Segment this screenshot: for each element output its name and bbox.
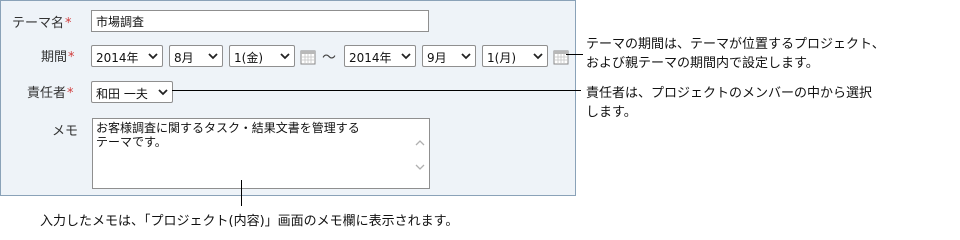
theme-name-label-text: テーマ名 xyxy=(12,16,65,31)
memo-label: メモ xyxy=(52,120,78,139)
chevron-down-icon xyxy=(280,53,290,60)
chevron-down-icon xyxy=(148,53,158,60)
end-month-value: 9月 xyxy=(427,51,447,65)
owner-select[interactable]: 和田 一夫 xyxy=(91,81,173,103)
memo-textarea[interactable]: お客様調査に関するタスク・結果文書を管理する テーマです。 xyxy=(92,118,430,189)
required-mark: * xyxy=(68,50,75,65)
owner-value: 和田 一夫 xyxy=(96,87,148,101)
scroll-down-icon[interactable] xyxy=(414,162,426,172)
chevron-down-icon xyxy=(533,53,543,60)
start-day-value: 1(金) xyxy=(234,51,263,65)
chevron-down-icon xyxy=(158,89,168,96)
chevron-down-icon xyxy=(401,53,411,60)
theme-form-panel: テーマ名* 期間* 2014年 8月 1(金) 〜 2014年 9月 1(月) xyxy=(0,0,576,196)
memo-text: お客様調査に関するタスク・結果文書を管理する テーマです。 xyxy=(96,121,408,149)
period-callout: テーマの期間は、テーマが位置するプロジェクト、 および親テーマの期間内で設定しま… xyxy=(586,35,885,73)
scroll-up-icon[interactable] xyxy=(414,138,426,148)
owner-callout: 責任者は、プロジェクトのメンバーの中から選択 します。 xyxy=(586,84,872,122)
theme-name-input[interactable] xyxy=(91,10,429,32)
period-callout-line2: および親テーマの期間内で設定します。 xyxy=(586,56,819,71)
end-month-select[interactable]: 9月 xyxy=(422,45,476,67)
owner-label: 責任者* xyxy=(27,82,74,101)
memo-callout: 入力したメモは、「プロジェクト(内容)」画面のメモ欄に表示されます。 xyxy=(40,212,458,231)
memo-callout-text: 入力したメモは、「プロジェクト(内容)」画面のメモ欄に表示されます。 xyxy=(40,214,459,229)
start-month-value: 8月 xyxy=(174,51,194,65)
memo-text-line: テーマです。 xyxy=(96,135,167,149)
calendar-icon[interactable] xyxy=(553,49,569,65)
start-year-value: 2014年 xyxy=(96,51,139,65)
period-callout-line1: テーマの期間は、テーマが位置するプロジェクト、 xyxy=(586,37,885,52)
end-day-select[interactable]: 1(月) xyxy=(482,45,548,67)
owner-label-text: 責任者 xyxy=(27,86,67,101)
period-callout-line xyxy=(566,54,583,55)
required-mark: * xyxy=(67,86,74,101)
end-year-value: 2014年 xyxy=(349,51,392,65)
memo-callout-line xyxy=(241,180,242,206)
chevron-down-icon xyxy=(208,53,218,60)
memo-label-text: メモ xyxy=(52,124,79,139)
start-month-select[interactable]: 8月 xyxy=(169,45,223,67)
period-label: 期間* xyxy=(41,46,75,65)
calendar-icon[interactable] xyxy=(300,49,316,65)
end-year-select[interactable]: 2014年 xyxy=(344,45,416,67)
owner-callout-line2: します。 xyxy=(586,105,637,120)
owner-callout-line1: 責任者は、プロジェクトのメンバーの中から選択 xyxy=(586,86,873,101)
period-separator: 〜 xyxy=(322,50,336,66)
end-day-value: 1(月) xyxy=(487,51,516,65)
memo-text-line: お客様調査に関するタスク・結果文書を管理する xyxy=(96,121,360,135)
chevron-down-icon xyxy=(461,53,471,60)
required-mark: * xyxy=(65,16,72,31)
start-day-select[interactable]: 1(金) xyxy=(229,45,295,67)
theme-name-label: テーマ名* xyxy=(12,12,72,31)
start-year-select[interactable]: 2014年 xyxy=(91,45,163,67)
period-label-text: 期間 xyxy=(41,50,68,65)
owner-callout-line xyxy=(172,90,581,91)
